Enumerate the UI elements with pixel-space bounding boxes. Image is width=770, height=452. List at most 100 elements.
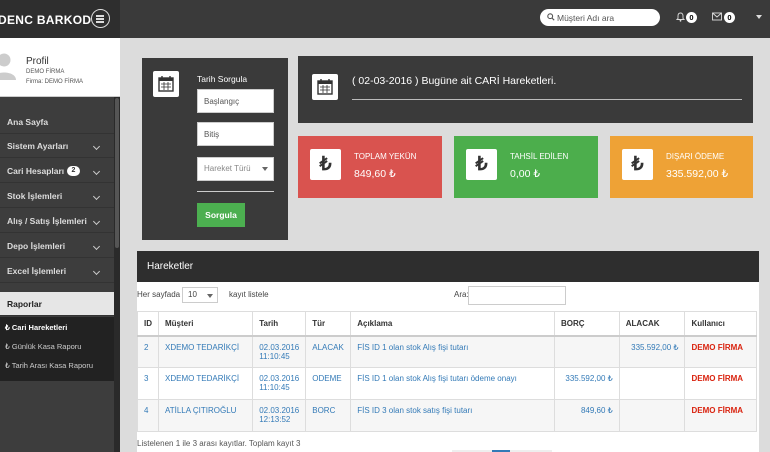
stat-label: TOPLAM YEKÜN bbox=[354, 152, 417, 161]
table-row[interactable]: 3 XDEMO TEDARİKÇİ 02.03.2016 11:10:45 ODE… bbox=[137, 367, 757, 400]
cell-credit bbox=[618, 367, 686, 400]
dropdown-arrow-icon bbox=[262, 167, 268, 171]
column-header-date[interactable]: Tarih bbox=[252, 311, 307, 337]
submenu-item-account-movements[interactable]: ₺ Cari Hareketleri bbox=[5, 323, 67, 332]
table-row[interactable]: 4 ATİLLA ÇITIROĞLU 02.03.2016 12:13:52 BO… bbox=[137, 399, 757, 432]
cell-user: DEMO FİRMA bbox=[684, 367, 757, 400]
table-info: Listelenen 1 ile 3 arası kayıtlar. Topla… bbox=[137, 439, 301, 448]
search-input[interactable] bbox=[557, 9, 657, 26]
cell-id: 3 bbox=[137, 367, 159, 400]
table-row[interactable]: 2 XDEMO TEDARİKÇİ 02.03.2016 11:10:45 ALA… bbox=[137, 335, 757, 368]
column-header-id[interactable]: ID bbox=[137, 311, 159, 337]
column-header-description[interactable]: Açıklama bbox=[350, 311, 555, 337]
submenu-item-date-range-cash-report[interactable]: ₺ Tarih Arası Kasa Raporu bbox=[5, 361, 93, 370]
cell-user: DEMO FİRMA bbox=[684, 335, 757, 368]
sidebar-item-stock[interactable]: Stok İşlemleri bbox=[0, 184, 114, 208]
sidebar-item-label: Ana Sayfa bbox=[7, 117, 49, 127]
brand-logo-text[interactable]: DENC BARKOD bbox=[0, 13, 91, 27]
cell-date-day: 02.03.2016 bbox=[259, 374, 300, 383]
notifications-button[interactable]: 0 bbox=[676, 11, 706, 25]
cell-customer[interactable]: ATİLLA ÇITIROĞLU bbox=[157, 399, 254, 432]
column-header-credit[interactable]: ALACAK bbox=[618, 311, 686, 337]
movements-table-panel: Her sayfada 10 kayıt listele Ara: ID Müş… bbox=[137, 282, 759, 452]
sidebar-item-system-settings[interactable]: Sistem Ayarları bbox=[0, 134, 114, 158]
start-date-input[interactable] bbox=[197, 89, 274, 113]
calendar-icon bbox=[312, 74, 338, 100]
calendar-icon bbox=[153, 71, 179, 97]
lira-icon: ₺ bbox=[310, 149, 341, 180]
table-search-input[interactable] bbox=[468, 286, 566, 305]
sidebar-item-label: Stok İşlemleri bbox=[7, 191, 63, 201]
messages-badge: 0 bbox=[724, 12, 735, 23]
stat-value: 0,00 ₺ bbox=[510, 168, 541, 180]
column-header-customer[interactable]: Müşteri bbox=[157, 311, 254, 337]
mail-icon bbox=[712, 12, 722, 21]
movement-type-select[interactable]: Hareket Türü bbox=[197, 157, 274, 181]
notifications-badge: 0 bbox=[686, 12, 697, 23]
dropdown-arrow-icon bbox=[207, 294, 213, 298]
date-query-panel: Tarih Sorgula Hareket Türü Sorgula bbox=[142, 58, 288, 240]
sidebar-item-warehouse[interactable]: Depo İşlemleri bbox=[0, 234, 114, 258]
avatar bbox=[0, 53, 16, 80]
sidebar-item-label: Alış / Satış İşlemleri bbox=[7, 216, 87, 226]
report-header: ( 02-03-2016 ) Bugüne ait CARİ Hareketle… bbox=[298, 56, 753, 123]
user-menu-caret-icon[interactable] bbox=[756, 15, 762, 19]
brand-area: DENC BARKOD bbox=[0, 0, 120, 38]
search-icon bbox=[547, 13, 555, 21]
column-header-user[interactable]: Kullanıcı bbox=[684, 311, 757, 337]
end-date-input[interactable] bbox=[197, 122, 274, 146]
movements-table: ID Müşteri Tarih Tür Açıklama BORÇ ALACA… bbox=[137, 311, 757, 432]
chevron-down-icon bbox=[92, 217, 101, 226]
profile-user: DEMO FİRMA bbox=[26, 69, 65, 75]
page-length-label: Her sayfada bbox=[137, 290, 181, 299]
cell-date-time: 11:10:45 bbox=[259, 383, 290, 392]
sidebar-item-excel[interactable]: Excel İşlemleri bbox=[0, 259, 114, 283]
profile-name: Profil bbox=[26, 56, 49, 67]
lira-icon: ₺ bbox=[466, 149, 497, 180]
stat-card-outgoing: ₺ DIŞARI ÖDEME 335.592,00 ₺ bbox=[610, 136, 753, 198]
column-header-type[interactable]: Tür bbox=[305, 311, 352, 337]
stat-card-total: ₺ TOPLAM YEKÜN 849,60 ₺ bbox=[298, 136, 442, 198]
profile-company: Firma: DEMO FİRMA bbox=[26, 79, 83, 85]
page-length-value: 10 bbox=[188, 290, 197, 299]
sidebar-item-home[interactable]: Ana Sayfa bbox=[0, 110, 114, 134]
lira-icon: ₺ bbox=[622, 149, 653, 180]
sidebar-scrollbar-thumb[interactable] bbox=[115, 98, 119, 248]
panel-divider bbox=[197, 191, 274, 192]
chevron-down-icon bbox=[92, 242, 101, 251]
stat-label: DIŞARI ÖDEME bbox=[666, 152, 725, 161]
cell-customer[interactable]: XDEMO TEDARİKÇİ bbox=[157, 367, 254, 400]
query-panel-title: Tarih Sorgula bbox=[197, 74, 248, 84]
cell-date: 02.03.2016 11:10:45 bbox=[252, 367, 307, 400]
query-button[interactable]: Sorgula bbox=[197, 203, 245, 227]
submenu-item-daily-cash-report[interactable]: ₺ Günlük Kasa Raporu bbox=[5, 342, 81, 351]
sidebar-item-accounts[interactable]: Cari Hesapları 2 bbox=[0, 159, 114, 183]
cell-credit: 335.592,00 ₺ bbox=[618, 335, 686, 368]
movements-panel-title: Hareketler bbox=[137, 251, 759, 282]
cell-customer[interactable]: XDEMO TEDARİKÇİ bbox=[157, 335, 254, 368]
table-header-row: ID Müşteri Tarih Tür Açıklama BORÇ ALACA… bbox=[137, 311, 757, 337]
cell-date-time: 11:10:45 bbox=[259, 351, 290, 361]
reports-submenu: ₺ Cari Hareketleri ₺ Günlük Kasa Raporu … bbox=[0, 317, 114, 381]
cell-date-day: 02.03.2016 bbox=[259, 342, 300, 352]
sidebar-item-purchase-sales[interactable]: Alış / Satış İşlemleri bbox=[0, 209, 114, 233]
stat-value: 335.592,00 ₺ bbox=[666, 168, 729, 180]
cell-date-time: 12:13:52 bbox=[259, 415, 291, 424]
cell-description: FİS ID 3 olan stok satış fişi tutarı bbox=[350, 399, 555, 432]
sidebar-item-label: Sistem Ayarları bbox=[7, 141, 69, 151]
messages-button[interactable]: 0 bbox=[712, 11, 742, 25]
sidebar-item-reports[interactable]: Raporlar bbox=[0, 292, 114, 316]
column-header-debt[interactable]: BORÇ bbox=[554, 311, 620, 337]
chevron-down-icon bbox=[92, 267, 101, 276]
cell-debt: 335.592,00 ₺ bbox=[554, 367, 620, 400]
bell-icon bbox=[676, 12, 685, 22]
page-length-suffix: kayıt listele bbox=[229, 290, 269, 299]
sidebar-item-label: Raporlar bbox=[7, 299, 42, 309]
cell-id: 4 bbox=[137, 399, 159, 432]
page-length-select[interactable]: 10 bbox=[182, 287, 218, 303]
profile-card[interactable]: Profil DEMO FİRMA Firma: DEMO FİRMA bbox=[0, 38, 120, 97]
accounts-count-badge: 2 bbox=[67, 166, 80, 176]
cell-debt bbox=[554, 335, 620, 368]
menu-toggle-icon[interactable] bbox=[91, 9, 110, 28]
cell-description: FİS ID 1 olan stok Alış fişi tutarı ödem… bbox=[350, 367, 555, 400]
